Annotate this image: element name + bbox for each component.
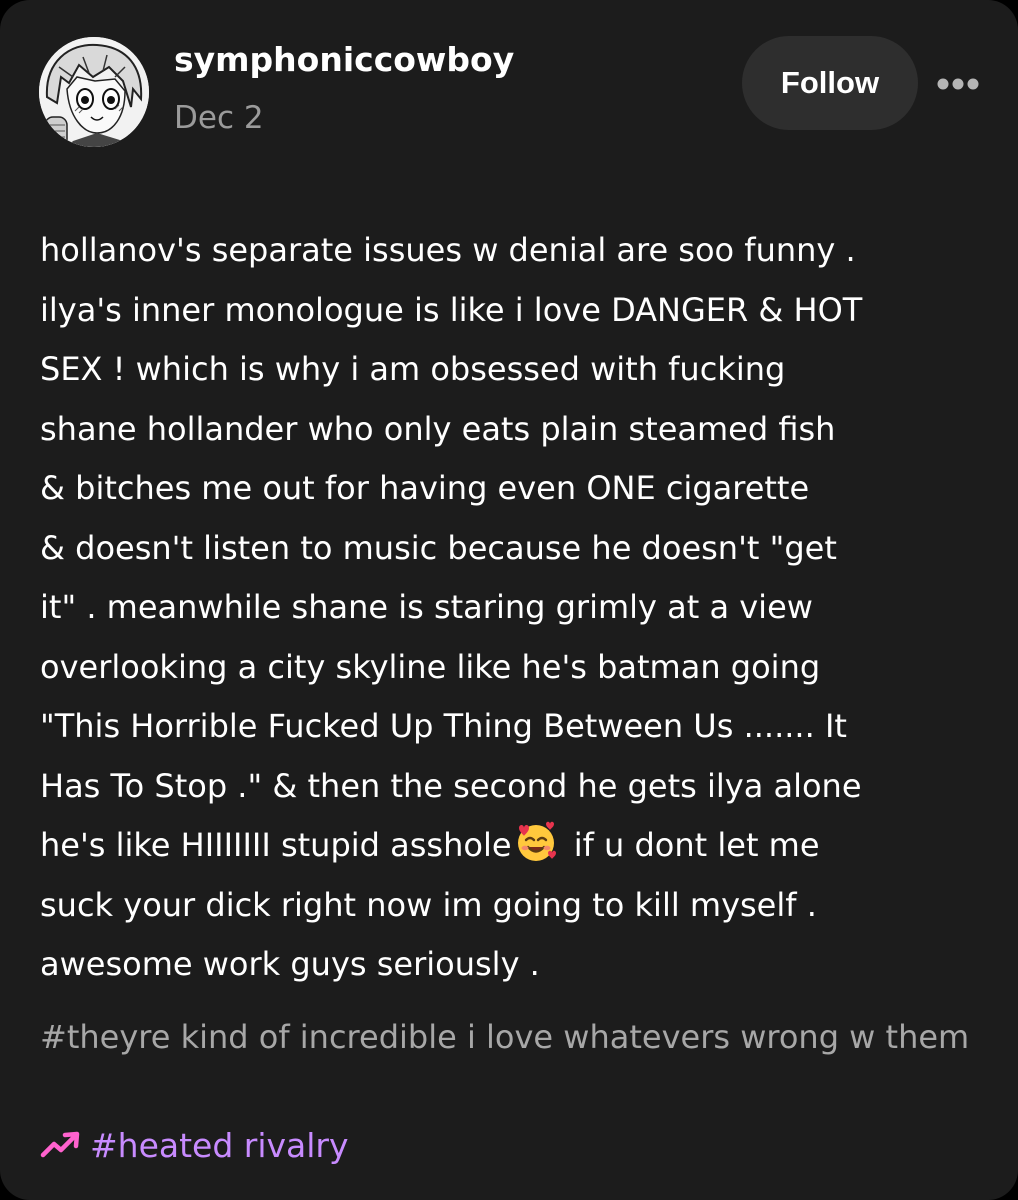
post-body-text: hollanov's separate issues w denial are … [40,221,980,995]
post-text-part-1: hollanov's separate issues w denial are … [40,231,863,864]
post-card: symphoniccowboy Dec 2 Follow hollanov's … [0,0,1018,1200]
smiling-face-with-hearts-emoji-icon [517,821,556,861]
trending-arrow-icon [40,1131,80,1158]
trending-tag-label: #heated rivalry [90,1125,349,1165]
post-date[interactable]: Dec 2 [174,100,264,136]
trending-tag-link[interactable]: #heated rivalry [40,1118,349,1172]
author-avatar[interactable] [39,37,149,147]
more-dots-icon [937,78,979,90]
avatar-manga-portrait-icon [39,37,149,147]
tag-link[interactable]: #theyre kind of incredible i love whatev… [40,1018,969,1056]
more-options-button[interactable] [930,62,986,106]
author-username[interactable]: symphoniccowboy [174,40,514,79]
follow-button[interactable]: Follow [742,36,918,130]
post-tags: #theyre kind of incredible i love whatev… [40,1009,980,1066]
